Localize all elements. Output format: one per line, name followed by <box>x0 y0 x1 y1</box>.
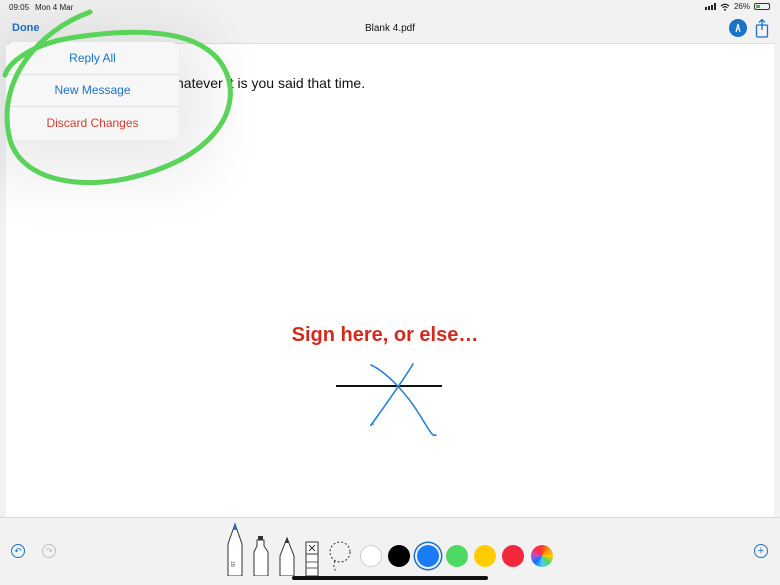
cellular-signal-icon <box>704 3 716 10</box>
color-picker-wheel-icon[interactable] <box>531 545 553 567</box>
pen-tool-icon[interactable]: 97 <box>226 522 244 576</box>
markup-pen-icon[interactable] <box>729 19 747 37</box>
pencil-tool-icon[interactable] <box>278 522 296 576</box>
color-swatch-yellow[interactable] <box>474 545 496 567</box>
sign-prompt: Sign here, or else… <box>291 324 479 346</box>
eraser-tool-icon[interactable] <box>304 522 320 576</box>
lasso-tool-icon[interactable] <box>328 522 352 576</box>
undo-icon[interactable]: ↶ <box>11 544 25 558</box>
pen-width-label: 97 <box>231 561 237 567</box>
document-text: hatever it is you said that time. <box>176 75 366 91</box>
color-swatch-green[interactable] <box>446 545 468 567</box>
discard-changes-menu-item[interactable]: Discard Changes <box>6 107 179 140</box>
status-time: 09:05 <box>9 3 30 12</box>
marker-tool-icon[interactable] <box>252 522 270 576</box>
new-message-menu-item[interactable]: New Message <box>6 75 179 108</box>
status-date: Mon 4 Mar <box>35 3 74 12</box>
signature-scribble <box>369 363 437 437</box>
nav-bar: Done Blank 4.pdf <box>0 14 780 44</box>
home-indicator <box>292 576 488 580</box>
add-icon[interactable]: + <box>754 544 768 558</box>
color-swatch-black[interactable] <box>388 545 410 567</box>
reply-all-menu-item[interactable]: Reply All <box>6 42 179 75</box>
wifi-icon <box>720 3 730 11</box>
battery-icon <box>754 3 770 10</box>
markup-toolbar: ↶ ↷ 97 + <box>0 517 780 585</box>
document-title: Blank 4.pdf <box>364 23 416 34</box>
redo-icon: ↷ <box>42 544 56 558</box>
status-right: 26% <box>704 2 770 11</box>
battery-percent: 26% <box>733 2 750 11</box>
status-bar: 09:05 Mon 4 Mar 26% <box>0 0 780 14</box>
color-swatch-red[interactable] <box>502 545 524 567</box>
actions-popover-menu: Reply All New Message Discard Changes <box>6 42 179 140</box>
color-swatch-blue[interactable] <box>417 545 439 567</box>
color-swatch-white[interactable] <box>360 545 382 567</box>
share-icon[interactable] <box>755 18 769 38</box>
